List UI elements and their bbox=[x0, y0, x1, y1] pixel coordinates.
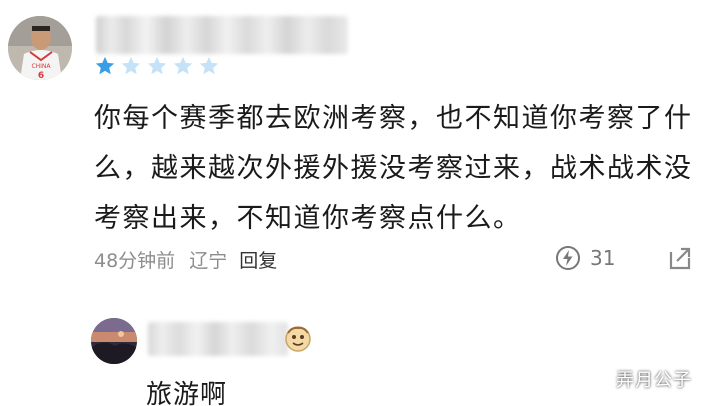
lightning-like-icon bbox=[556, 246, 580, 270]
comment-body: 你每个赛季都去欧洲考察，也不知道你考察了什么，越来越次外援外援没考察过来，战术战… bbox=[94, 103, 693, 234]
watermark: 弄月公子 bbox=[616, 370, 692, 391]
reply-username-redacted bbox=[148, 322, 288, 356]
svg-text:6: 6 bbox=[38, 71, 44, 80]
like-count: 31 bbox=[590, 246, 616, 270]
reply-body: 旅游啊 bbox=[146, 380, 228, 406]
star-empty-icon bbox=[173, 56, 193, 75]
comment-time: 48分钟前 bbox=[94, 249, 176, 272]
comment-page: CHINA 6 你每个赛季都去欧洲考察，也不知道你考察了什么，越来越次外援外援没… bbox=[0, 0, 719, 406]
comment-meta: 48分钟前 辽宁 回复 bbox=[94, 244, 277, 274]
star-filled-icon bbox=[95, 56, 115, 75]
share-arrow-icon bbox=[669, 247, 691, 270]
star-empty-icon bbox=[121, 56, 141, 75]
reply-button[interactable]: 回复 bbox=[239, 246, 277, 273]
reply-avatar[interactable] bbox=[91, 318, 137, 364]
share-button[interactable] bbox=[666, 244, 694, 272]
player-avatar-icon: CHINA 6 bbox=[8, 16, 72, 80]
landscape-avatar-icon bbox=[91, 318, 137, 364]
username-redacted bbox=[96, 16, 348, 54]
avatar[interactable]: CHINA 6 bbox=[8, 16, 72, 80]
like-button[interactable]: 31 bbox=[554, 242, 615, 274]
svg-text:CHINA: CHINA bbox=[31, 63, 51, 70]
comment-location: 辽宁 bbox=[189, 249, 228, 272]
rating-stars bbox=[94, 55, 220, 81]
star-empty-icon bbox=[199, 56, 219, 75]
star-empty-icon bbox=[147, 56, 167, 75]
emoji-badge-icon bbox=[284, 325, 312, 353]
